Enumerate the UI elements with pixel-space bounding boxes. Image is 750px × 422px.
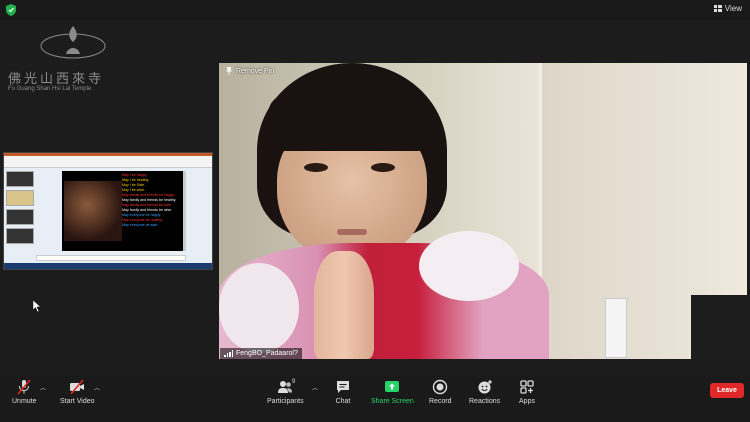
video-person-eye — [371, 163, 395, 172]
video-person-mouth — [337, 229, 367, 235]
video-person-fur — [419, 231, 519, 301]
participants-icon — [278, 381, 293, 393]
video-person-hands — [314, 251, 374, 359]
chat-icon — [337, 381, 349, 393]
leave-button[interactable]: Leave — [710, 383, 744, 398]
start-video-label: Start Video — [60, 398, 95, 405]
slide-thumb — [6, 209, 34, 225]
video-person-bangs — [269, 83, 434, 151]
slide-text: May I be happy. May I be healthy. May I … — [122, 173, 176, 228]
reactions-label: Reactions — [469, 398, 501, 405]
slide-thumb — [6, 228, 34, 244]
participant-count-badge: 9 — [292, 379, 296, 385]
top-bar: View — [0, 0, 750, 20]
slide-canvas: May I be happy. May I be healthy. May I … — [62, 171, 186, 251]
video-options-caret-icon[interactable]: ︿ — [94, 383, 100, 392]
record-icon — [433, 379, 448, 395]
remove-pin-label: Remove Pin — [236, 67, 275, 75]
shield-icon[interactable] — [6, 4, 16, 16]
video-person-eye — [304, 163, 328, 172]
temple-name-english: Fo Guang Shan Hsi Lai Temple — [8, 86, 92, 92]
chat-label: Chat — [335, 398, 351, 405]
video-object — [691, 295, 747, 359]
shared-screen-thumbnail[interactable]: May I be happy. May I be healthy. May I … — [3, 152, 213, 270]
participants-label: Participants — [267, 398, 304, 405]
microphone-muted-icon — [17, 379, 31, 395]
temple-name-chinese: 佛光山西來寺 — [8, 72, 105, 87]
view-button[interactable]: View — [713, 4, 742, 13]
record-label: Record — [429, 398, 452, 405]
video-object — [605, 298, 627, 358]
reactions-button[interactable]: Reactions — [469, 379, 500, 405]
temple-logo: 佛光山西來寺 Fo Guang Shan Hsi Lai Temple — [8, 24, 118, 100]
participants-button[interactable]: Participants — [267, 379, 304, 405]
windows-taskbar — [4, 263, 212, 269]
slide-line: May everyone be safe. — [122, 223, 159, 227]
participant-name: FengBO_Padaarol? — [236, 350, 298, 357]
share-screen-label: Share Screen — [371, 398, 414, 405]
participant-name-tag: FengBO_Padaarol? — [220, 348, 302, 359]
audio-options-caret-icon[interactable]: ︿ — [40, 383, 46, 392]
apps-label: Apps — [519, 398, 535, 405]
meeting-toolbar: Unmute ︿ Start Video ︿ Participants ︿ Ch… — [0, 376, 750, 422]
chat-button[interactable]: Chat — [335, 379, 351, 405]
video-camera-off-icon — [70, 379, 85, 395]
share-screen-icon — [385, 381, 400, 392]
unmute-label: Unmute — [12, 398, 37, 405]
ppt-notes-pane — [36, 255, 186, 261]
slide-image — [64, 181, 122, 241]
pin-icon — [226, 67, 232, 75]
slide-thumb — [6, 190, 34, 206]
signal-strength-icon — [224, 350, 233, 357]
record-button[interactable]: Record — [429, 379, 452, 405]
mouse-cursor-icon — [33, 300, 41, 312]
unmute-button[interactable]: Unmute — [12, 379, 37, 405]
video-person-fur — [219, 263, 299, 353]
ppt-scrollbar — [183, 171, 186, 251]
apps-icon — [520, 380, 534, 394]
start-video-button[interactable]: Start Video — [60, 379, 95, 405]
reactions-icon — [478, 380, 492, 394]
pinned-participant-video[interactable] — [219, 63, 747, 359]
slide-sorter — [6, 171, 34, 244]
apps-button[interactable]: Apps — [519, 379, 535, 405]
view-label: View — [724, 4, 742, 13]
temple-emblem-icon — [40, 26, 106, 59]
grid-icon — [713, 5, 722, 12]
participants-caret-icon[interactable]: ︿ — [312, 383, 318, 392]
slide-thumb — [6, 171, 34, 187]
remove-pin-button[interactable]: Remove Pin — [225, 67, 274, 75]
share-screen-button[interactable]: Share Screen — [371, 379, 414, 405]
ppt-ribbon — [4, 156, 212, 168]
